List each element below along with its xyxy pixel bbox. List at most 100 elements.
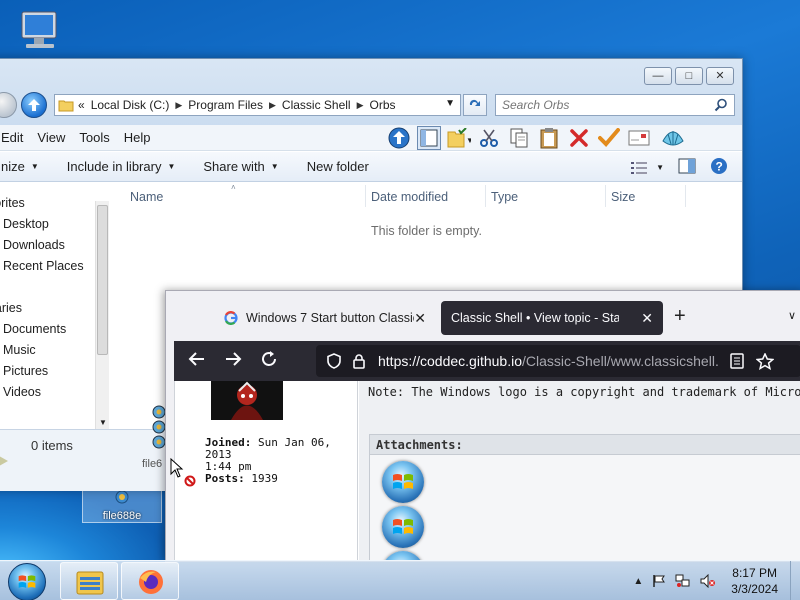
maximize-button[interactable]: □: [675, 67, 703, 85]
reload-icon[interactable]: [260, 350, 278, 371]
breadcrumb-separator-icon[interactable]: ▶: [175, 100, 182, 111]
column-divider[interactable]: [485, 185, 486, 207]
column-header-name[interactable]: Name: [130, 190, 163, 204]
tab-close-icon[interactable]: ✕: [414, 310, 426, 327]
attachment-orb-image[interactable]: [382, 461, 424, 503]
shield-icon[interactable]: [326, 353, 342, 372]
column-header-size[interactable]: Size: [611, 190, 635, 204]
nav-item-documents[interactable]: Documents: [3, 322, 66, 336]
paste-button[interactable]: [537, 126, 561, 150]
copy-icon: [510, 128, 528, 148]
start-button[interactable]: [8, 563, 46, 600]
delete-button[interactable]: [567, 126, 591, 150]
user-avatar[interactable]: [211, 381, 283, 420]
clock-date: 3/3/2024: [731, 582, 778, 596]
view-options-button[interactable]: ▼: [630, 161, 664, 175]
desktop-file-item[interactable]: file688e: [82, 487, 162, 523]
email-button[interactable]: [627, 126, 651, 150]
column-divider[interactable]: [685, 185, 686, 207]
nav-scrollbar-thumb[interactable]: [97, 205, 108, 355]
nav-item-music[interactable]: Music: [3, 343, 36, 357]
taskbar-firefox-button[interactable]: [121, 562, 179, 600]
url-text[interactable]: https://coddec.github.io/Classic-Shell/w…: [378, 353, 718, 369]
forward-arrow-icon[interactable]: [224, 350, 242, 371]
sort-caret-icon: ˄: [231, 183, 236, 192]
nav-item-videos[interactable]: Videos: [3, 385, 41, 399]
new-tab-button[interactable]: +: [674, 305, 686, 328]
breadcrumb-separator-icon[interactable]: ▶: [269, 100, 276, 111]
refresh-icon: [469, 99, 480, 106]
action-center-flag-icon[interactable]: [652, 574, 666, 588]
menu-help[interactable]: Help: [117, 130, 158, 145]
volume-muted-icon[interactable]: [700, 574, 716, 588]
nav-item-downloads[interactable]: Downloads: [3, 238, 65, 252]
nav-item-recent-places[interactable]: Recent Places: [3, 259, 84, 273]
minimize-button[interactable]: —: [644, 67, 672, 85]
show-hidden-icons-button[interactable]: ▲: [633, 576, 643, 587]
search-input[interactable]: [496, 95, 696, 115]
taskbar-explorer-button[interactable]: [60, 562, 118, 600]
column-header-date-modified[interactable]: Date modified: [371, 190, 448, 204]
menu-tools[interactable]: Tools: [72, 130, 116, 145]
new-folder-button[interactable]: New folder: [295, 159, 385, 174]
cut-button[interactable]: [477, 126, 501, 150]
address-dropdown-icon[interactable]: ▼: [445, 98, 455, 109]
bookmark-star-icon[interactable]: [755, 352, 775, 373]
nav-item-pictures[interactable]: Pictures: [3, 364, 48, 378]
taskbar: ▲ 8:17 PM 3/3/2024: [0, 560, 800, 600]
breadcrumb-local-disk[interactable]: Local Disk (C:): [91, 98, 170, 112]
clock-time: 8:17 PM: [732, 566, 777, 580]
show-desktop-button[interactable]: [790, 561, 800, 600]
search-icon[interactable]: [714, 98, 728, 112]
windows-logo-icon: [18, 575, 36, 588]
breadcrumb-classic-shell[interactable]: Classic Shell: [282, 98, 351, 112]
preview-pane-button[interactable]: [678, 158, 696, 177]
back-arrow-icon[interactable]: [188, 350, 206, 371]
reader-view-icon[interactable]: [730, 353, 744, 372]
address-prefix[interactable]: «: [78, 98, 85, 112]
arrow-up-icon: [28, 99, 40, 111]
tab-windows7-start-button[interactable]: Windows 7 Start button Classic ✕: [214, 301, 436, 335]
nav-item-desktop[interactable]: Desktop: [3, 217, 49, 231]
menu-view[interactable]: View: [30, 130, 72, 145]
navigation-pane-button[interactable]: [417, 126, 441, 150]
folder-options-button[interactable]: ▼: [447, 126, 471, 150]
back-button[interactable]: [0, 92, 17, 118]
help-button[interactable]: ?: [710, 157, 728, 178]
menu-edit[interactable]: Edit: [0, 130, 30, 145]
share-with-button[interactable]: Share with ▼: [191, 159, 294, 174]
organize-button[interactable]: nize ▼: [1, 159, 55, 174]
copy-button[interactable]: [507, 126, 531, 150]
breadcrumb-orbs[interactable]: Orbs: [370, 98, 396, 112]
column-divider[interactable]: [605, 185, 606, 207]
close-icon: ✕: [715, 69, 725, 82]
forward-button[interactable]: [21, 92, 47, 118]
nav-scrollbar[interactable]: ▼: [95, 201, 109, 431]
column-header-type[interactable]: Type: [491, 190, 518, 204]
network-icon[interactable]: [675, 574, 691, 588]
tab-close-icon[interactable]: ✕: [641, 310, 653, 327]
nav-libraries-header[interactable]: ibraries: [0, 301, 22, 315]
scroll-down-icon[interactable]: ▼: [99, 418, 107, 427]
address-bar[interactable]: « Local Disk (C:) ▶ Program Files ▶ Clas…: [54, 94, 461, 116]
column-divider[interactable]: [365, 185, 366, 207]
refresh-button[interactable]: [463, 94, 487, 116]
breadcrumb-separator-icon[interactable]: ▶: [357, 100, 364, 111]
include-in-library-button[interactable]: Include in library ▼: [55, 159, 192, 174]
properties-button[interactable]: [597, 126, 621, 150]
taskbar-clock[interactable]: 8:17 PM 3/3/2024: [731, 565, 778, 597]
attachment-orb-image[interactable]: [382, 506, 424, 548]
close-button[interactable]: ✕: [706, 67, 734, 85]
search-box[interactable]: [495, 94, 735, 116]
shell-icon: [662, 131, 684, 146]
breadcrumb-program-files[interactable]: Program Files: [188, 98, 263, 112]
classic-shell-settings-button[interactable]: [661, 126, 685, 150]
up-folder-button[interactable]: [387, 126, 411, 150]
lock-icon[interactable]: [352, 353, 366, 372]
clipboard-icon: [540, 128, 558, 149]
nav-favorites-header[interactable]: avorites: [0, 196, 25, 210]
url-bar[interactable]: https://coddec.github.io/Classic-Shell/w…: [316, 345, 800, 377]
tab-classic-shell-topic[interactable]: Classic Shell • View topic - Start But ✕: [441, 301, 663, 335]
list-all-tabs-icon[interactable]: ∨: [788, 309, 796, 322]
computer-desktop-icon[interactable]: [16, 10, 64, 54]
